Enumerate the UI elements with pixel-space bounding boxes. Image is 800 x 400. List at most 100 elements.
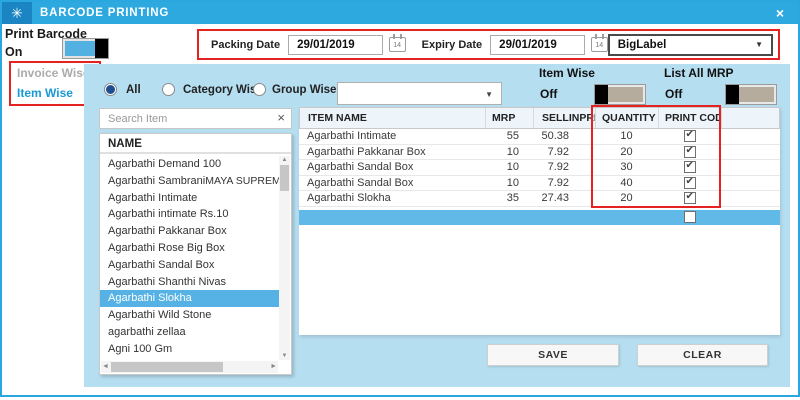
window-title: BARCODE PRINTING [40, 7, 169, 19]
cell-item-name: Agarbathi Slokha [299, 191, 485, 206]
packing-date-label: Packing Date [211, 39, 280, 51]
cell-mrp: 55 [485, 129, 533, 144]
list-item[interactable]: Agarbathi Wild Stone [100, 307, 279, 324]
list-item-name: Agarbathi Rose Big Box [108, 240, 225, 257]
cell-print-code [658, 176, 721, 191]
col-header-sellinprice[interactable]: SELLINPRIC [534, 108, 596, 128]
print-code-checkbox[interactable] [684, 130, 696, 142]
expiry-date-input[interactable]: 29/01/2019 [490, 35, 585, 55]
list-item[interactable]: agarbathi zellaa [100, 324, 279, 341]
scrollbar-thumb[interactable] [280, 165, 289, 191]
list-vertical-scrollbar[interactable]: ▲ ▼ [279, 156, 290, 360]
packing-date-input[interactable]: 29/01/2019 [288, 35, 383, 55]
expiry-date-label: Expiry Date [422, 39, 483, 51]
app-icon: ✳ [2, 2, 32, 24]
grid-body: Agarbathi Intimate5550.3810Agarbathi Pak… [299, 129, 780, 207]
table-row[interactable]: Agarbathi Sandal Box107.9230 [299, 160, 780, 176]
calendar-icon[interactable]: 14 [591, 37, 608, 52]
cell-item-name: Agarbathi Intimate [299, 129, 485, 144]
col-header-filler [722, 108, 779, 128]
cell-item-name: Agarbathi Sandal Box [299, 176, 485, 191]
list-item[interactable]: Agarbathi intimate Rs.10 [100, 206, 279, 223]
cell-filler [721, 145, 780, 160]
search-box: × [99, 108, 292, 129]
cell-mrp: 35 [485, 191, 533, 206]
search-input[interactable] [100, 110, 291, 129]
print-barcode-toggle[interactable] [63, 39, 108, 58]
item-wise-switch-label: Item Wise [539, 66, 595, 80]
barcode-grid: ITEM NAME MRP SELLINPRIC QUANTITY PRINT … [299, 107, 780, 335]
list-horizontal-scrollbar[interactable]: ◄ ► [101, 361, 278, 373]
label-type-value: BigLabel [618, 39, 667, 51]
print-code-checkbox[interactable] [684, 192, 696, 204]
item-wise-toggle[interactable] [595, 85, 645, 104]
list-item[interactable]: Agarbathi SambraniMAYA SUPREME [100, 173, 279, 190]
list-item-name: Agarbathi Sambrani [108, 173, 205, 190]
list-item-tag: MAYA SUPREME [205, 173, 279, 190]
print-barcode-state-label: On [5, 45, 22, 59]
col-header-mrp[interactable]: MRP [486, 108, 534, 128]
list-item[interactable]: Agarbathi Demand 100 [100, 156, 279, 173]
list-item[interactable]: Agarbathi Slokha [100, 290, 279, 307]
list-item[interactable]: Agarbathi Sandal Box [100, 257, 279, 274]
calendar-icon[interactable]: 14 [389, 37, 406, 52]
cell-filler [721, 210, 780, 226]
scrollbar-thumb[interactable] [111, 362, 223, 372]
radio-all[interactable] [104, 83, 117, 96]
list-item[interactable]: Agarbathi Shanthi Nivas [100, 274, 279, 291]
cell-filler [721, 191, 780, 206]
col-header-print-code[interactable]: PRINT CODE [659, 108, 722, 128]
search-clear-icon[interactable]: × [277, 110, 285, 125]
cell-mrp: 10 [485, 176, 533, 191]
table-new-row[interactable] [299, 210, 780, 226]
list-item-name: Agarbathi intimate Rs.10 [108, 206, 228, 223]
toggle-knob [95, 39, 108, 58]
cell-print-code [658, 129, 721, 144]
cell-quantity: 30 [595, 160, 658, 175]
cell-quantity: 20 [595, 145, 658, 160]
chevron-down-icon: ▼ [755, 40, 763, 49]
cell-sellprice [533, 210, 595, 226]
list-item-name: Agni 100 Gm [108, 341, 172, 358]
clear-button[interactable]: CLEAR [637, 344, 768, 366]
list-all-mrp-toggle[interactable] [726, 85, 776, 104]
label-type-dropdown[interactable]: BigLabel ▼ [608, 34, 773, 56]
cell-filler [721, 176, 780, 191]
list-item-name: Agarbathi Slokha [108, 290, 192, 307]
list-all-mrp-switch-state: Off [665, 87, 682, 101]
titlebar: ✳ BARCODE PRINTING × [2, 2, 798, 24]
list-item-name: Agarbathi Demand 100 [108, 156, 221, 173]
list-item[interactable]: Agarbathi Pakkanar Box [100, 223, 279, 240]
col-header-item-name[interactable]: ITEM NAME [300, 108, 486, 128]
scroll-up-icon[interactable]: ▲ [279, 156, 290, 164]
new-row-print-code-checkbox[interactable] [684, 211, 696, 223]
cell-print-code [658, 145, 721, 160]
print-code-checkbox[interactable] [684, 161, 696, 173]
list-all-mrp-switch-label: List All MRP [664, 66, 734, 80]
cell-sellprice: 7.92 [533, 160, 595, 175]
scroll-right-icon[interactable]: ► [270, 363, 277, 370]
group-wise-dropdown[interactable]: ▼ [337, 82, 502, 105]
cell-filler [721, 160, 780, 175]
table-row[interactable]: Agarbathi Sandal Box107.9240 [299, 176, 780, 192]
cell-mrp: 10 [485, 160, 533, 175]
close-icon[interactable]: × [762, 2, 798, 24]
print-code-checkbox[interactable] [684, 177, 696, 189]
save-button[interactable]: SAVE [487, 344, 619, 366]
radio-category-wise[interactable] [162, 83, 175, 96]
scroll-left-icon[interactable]: ◄ [102, 363, 109, 370]
list-item[interactable]: Agarbathi Rose Big Box [100, 240, 279, 257]
print-code-checkbox[interactable] [684, 146, 696, 158]
item-list-body: Agarbathi Demand 100Agarbathi SambraniMA… [100, 156, 279, 361]
cell-item-name: Agarbathi Sandal Box [299, 160, 485, 175]
table-row[interactable]: Agarbathi Slokha3527.4320 [299, 191, 780, 207]
item-list: NAME Agarbathi Demand 100Agarbathi Sambr… [99, 133, 292, 375]
barcode-printing-window: ✳ BARCODE PRINTING × Print Barcode On Pa… [0, 0, 800, 397]
list-item[interactable]: Agarbathi Intimate [100, 190, 279, 207]
scroll-down-icon[interactable]: ▼ [279, 352, 290, 360]
col-header-quantity[interactable]: QUANTITY [596, 108, 659, 128]
radio-group-wise[interactable] [253, 83, 266, 96]
list-item[interactable]: Agni 100 Gm [100, 341, 279, 358]
table-row[interactable]: Agarbathi Pakkanar Box107.9220 [299, 145, 780, 161]
table-row[interactable]: Agarbathi Intimate5550.3810 [299, 129, 780, 145]
